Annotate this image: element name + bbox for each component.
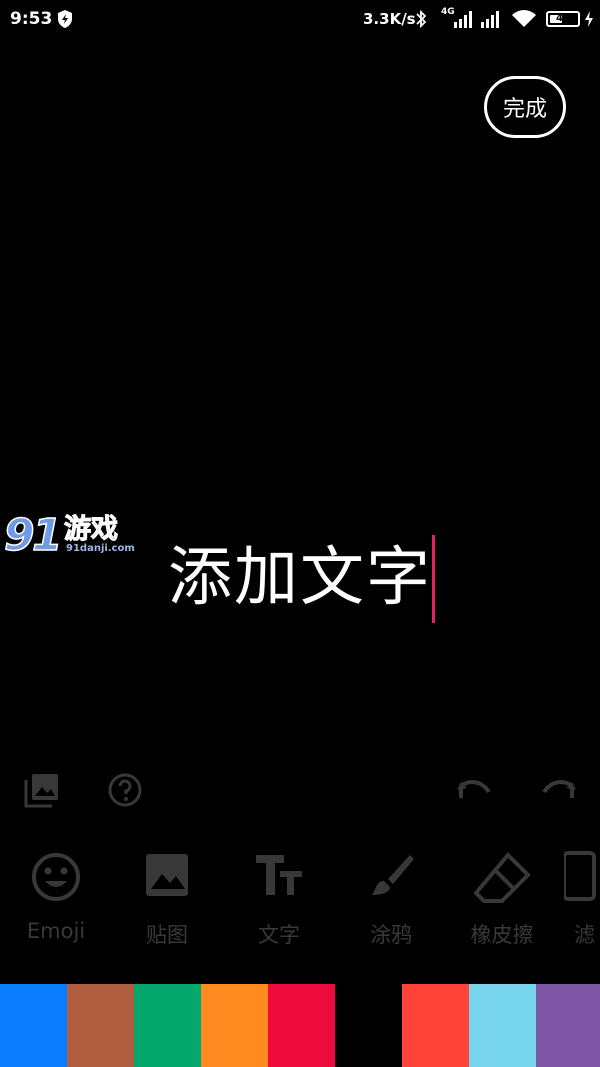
signal-icon-2 bbox=[481, 11, 499, 28]
help-icon[interactable] bbox=[107, 772, 143, 808]
color-swatch-6[interactable] bbox=[402, 984, 469, 1067]
tool-emoji[interactable]: Emoji bbox=[6, 845, 106, 955]
tool-sticker-label: 贴图 bbox=[146, 923, 188, 947]
text-icon bbox=[256, 855, 302, 895]
color-swatch-4[interactable] bbox=[268, 984, 335, 1067]
tool-filter[interactable]: 滤 bbox=[564, 845, 600, 955]
tool-eraser-label: 橡皮擦 bbox=[470, 923, 534, 947]
redo-icon[interactable] bbox=[538, 776, 578, 806]
bluetooth-icon bbox=[416, 9, 427, 29]
status-time: 9:53 bbox=[10, 9, 53, 29]
color-swatch-0[interactable] bbox=[0, 984, 67, 1067]
tool-brush[interactable]: 涂鸦 bbox=[341, 845, 441, 955]
color-swatch-7[interactable] bbox=[469, 984, 536, 1067]
done-button-label: 完成 bbox=[502, 97, 547, 122]
svg-text:1: 1 bbox=[32, 510, 63, 560]
watermark-logo: 9 1 游戏 91danji.com bbox=[2, 506, 136, 562]
svg-text:游戏: 游戏 bbox=[64, 514, 118, 545]
signal-icon bbox=[454, 11, 472, 28]
status-bar: 9:53 3.3K/s 4G 46 bbox=[0, 0, 600, 40]
svg-text:9: 9 bbox=[4, 510, 35, 560]
battery-level: 46 bbox=[556, 13, 570, 24]
shield-icon bbox=[58, 10, 72, 28]
brush-icon bbox=[372, 855, 414, 895]
tool-text[interactable]: 文字 bbox=[229, 845, 329, 955]
gallery-icon[interactable] bbox=[24, 772, 60, 808]
tool-emoji-label: Emoji bbox=[26, 919, 86, 943]
color-swatch-2[interactable] bbox=[134, 984, 201, 1067]
tool-brush-label: 涂鸦 bbox=[370, 923, 412, 947]
undo-icon[interactable] bbox=[455, 776, 495, 806]
sticker-icon bbox=[146, 854, 188, 896]
color-swatch-1[interactable] bbox=[67, 984, 134, 1067]
color-swatch-3[interactable] bbox=[201, 984, 268, 1067]
network-speed: 3.3K/s bbox=[363, 10, 416, 28]
done-button[interactable]: 完成 bbox=[484, 76, 566, 138]
battery-icon: 46 bbox=[546, 11, 580, 27]
tool-bar: Emoji 贴图 文字 涂鸦 橡皮擦 滤 bbox=[0, 845, 600, 955]
text-layer-content[interactable]: 添加文字 bbox=[168, 540, 432, 616]
watermark-url: 91danji.com bbox=[66, 543, 135, 554]
tool-text-label: 文字 bbox=[258, 923, 300, 947]
eraser-icon bbox=[473, 852, 531, 903]
emoji-icon bbox=[32, 853, 80, 901]
text-caret bbox=[432, 535, 435, 623]
color-swatch-5[interactable] bbox=[335, 984, 402, 1067]
wifi-icon bbox=[512, 10, 536, 27]
charging-icon bbox=[585, 11, 593, 27]
color-palette bbox=[0, 984, 600, 1067]
tool-filter-label: 滤 bbox=[574, 923, 595, 947]
filter-icon bbox=[564, 851, 596, 901]
tool-sticker[interactable]: 贴图 bbox=[117, 845, 217, 955]
color-swatch-8[interactable] bbox=[536, 984, 600, 1067]
tool-eraser[interactable]: 橡皮擦 bbox=[452, 845, 552, 955]
text-layer[interactable]: 添加文字 bbox=[168, 540, 432, 616]
